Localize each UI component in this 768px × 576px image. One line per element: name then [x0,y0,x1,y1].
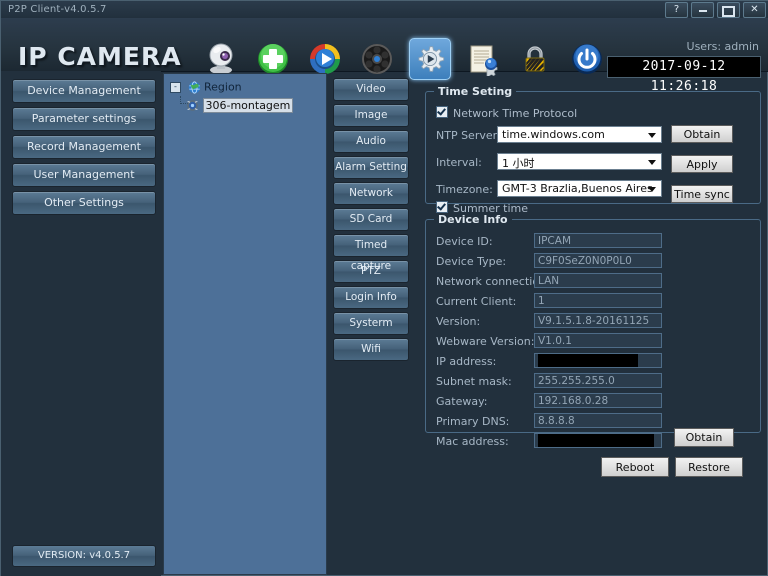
redaction-bar [538,354,638,367]
summer-time-checkbox-box[interactable] [436,201,448,213]
tree-expander-icon[interactable]: - [170,81,181,93]
webware-version-label: Webware Version: [436,335,535,348]
maximize-button[interactable] [717,2,740,18]
ip-address-value [534,353,662,368]
tab-ptz[interactable]: PTZ [333,260,409,283]
settings-content: Time Seting Network Time Protocol NTP Se… [419,73,763,573]
sidebar-item-record-management[interactable]: Record Management [12,135,156,159]
app-header: IP CAMERA Users: admin 2017-09-12 11:26:… [1,18,768,94]
timezone-value: GMT-3 Brazlia,Buenos Aires [502,182,653,195]
settings-tab-column: Video Image Audio Alarm Setting Network … [333,78,409,364]
device-info-obtain-button[interactable]: Obtain [674,428,734,447]
current-client-label: Current Client: [436,295,517,308]
device-info-legend: Device Info [438,213,508,226]
sidebar-item-user-management[interactable]: User Management [12,163,156,187]
tab-image[interactable]: Image [333,104,409,127]
globe-icon [188,80,200,94]
ntp-obtain-button[interactable]: Obtain [671,125,733,143]
interval-value: 1 小时 [502,157,535,170]
interval-select[interactable]: 1 小时 [497,153,662,170]
tab-sd-card[interactable]: SD Card [333,208,409,231]
brand-title: IP CAMERA [18,42,182,71]
window-title: P2P Client-v4.0.5.7 [8,4,107,15]
device-tree-panel[interactable]: - Region 306-montagem [163,73,327,575]
chevron-down-icon[interactable] [645,181,659,196]
window-controls: ? ✕ [665,2,766,18]
tree-node-camera[interactable]: 306-montagem [186,97,326,114]
time-setting-legend: Time Seting [438,85,513,98]
subnet-mask-value: 255.255.255.0 [534,373,662,388]
ntp-checkbox[interactable]: Network Time Protocol [436,106,577,120]
sidebar-item-parameter-settings[interactable]: Parameter settings [12,107,156,131]
device-id-value: IPCAM [534,233,662,248]
primary-dns-label: Primary DNS: [436,415,510,428]
current-client-value: 1 [534,293,662,308]
ntp-checkbox-box[interactable] [436,106,448,118]
gateway-label: Gateway: [436,395,488,408]
ntp-server-value: time.windows.com [502,128,605,141]
application-window: P2P Client-v4.0.5.7 ? ✕ IP CAMERA Users:… [0,0,768,576]
camera-node-icon [187,99,198,111]
tab-alarm-setting[interactable]: Alarm Setting [333,156,409,179]
help-button[interactable]: ? [665,2,688,18]
primary-dns-value: 8.8.8.8 [534,413,662,428]
tab-wifi[interactable]: Wifi [333,338,409,361]
tab-systerm[interactable]: Systerm [333,312,409,335]
device-type-label: Device Type: [436,255,507,268]
mac-address-value [534,433,662,448]
sidebar-item-other-settings[interactable]: Other Settings [12,191,156,215]
subnet-mask-label: Subnet mask: [436,375,512,388]
timezone-label: Timezone: [436,183,493,196]
version-field-label: Version: [436,315,481,328]
film-reel-icon[interactable] [357,39,397,79]
device-id-label: Device ID: [436,235,493,248]
redaction-bar [538,434,654,447]
minimize-button[interactable] [691,2,714,18]
tab-timed-capture[interactable]: Timed capture [333,234,409,272]
tree-node-region-label: Region [204,80,242,94]
webware-version-value: V1.0.1 [534,333,662,348]
time-setting-group: Time Seting Network Time Protocol NTP Se… [425,85,761,215]
network-connection-label: Network connection: [436,275,550,288]
tree-node-region[interactable]: - Region [170,80,326,104]
ntp-server-label: NTP Server: [436,129,501,142]
network-connection-value: LAN [534,273,662,288]
current-user-label: Users: admin [686,40,759,53]
tab-video[interactable]: Video [333,78,409,101]
timezone-select[interactable]: GMT-3 Brazlia,Buenos Aires [497,180,662,197]
title-bar: P2P Client-v4.0.5.7 ? ✕ [1,1,768,19]
reboot-button[interactable]: Reboot [601,457,669,477]
device-type-value: C9F0SeZ0N0P0L0 [534,253,662,268]
ntp-server-select[interactable]: time.windows.com [497,126,662,143]
tree-node-camera-label: 306-montagem [202,97,294,113]
chevron-down-icon[interactable] [645,127,659,142]
ip-address-label: IP address: [436,355,497,368]
interval-label: Interval: [436,156,482,169]
close-button[interactable]: ✕ [743,2,766,18]
tab-network[interactable]: Network [333,182,409,205]
device-info-group: Device Info Device ID: IPCAM Device Type… [425,213,761,448]
gateway-value: 192.168.0.28 [534,393,662,408]
sidebar-item-device-management[interactable]: Device Management [12,79,156,103]
ntp-checkbox-label: Network Time Protocol [453,107,578,120]
ntp-apply-button[interactable]: Apply [671,155,733,173]
tab-audio[interactable]: Audio [333,130,409,153]
left-sidebar: Device Management Parameter settings Rec… [1,71,161,576]
restore-button[interactable]: Restore [675,457,743,477]
time-sync-button[interactable]: Time sync [671,185,733,203]
tab-login-info[interactable]: Login Info [333,286,409,309]
version-label: VERSION: v4.0.5.7 [12,545,156,567]
mac-address-label: Mac address: [436,435,509,448]
version-field-value: V9.1.5.1.8-20161125 [534,313,662,328]
chevron-down-icon[interactable] [645,154,659,169]
